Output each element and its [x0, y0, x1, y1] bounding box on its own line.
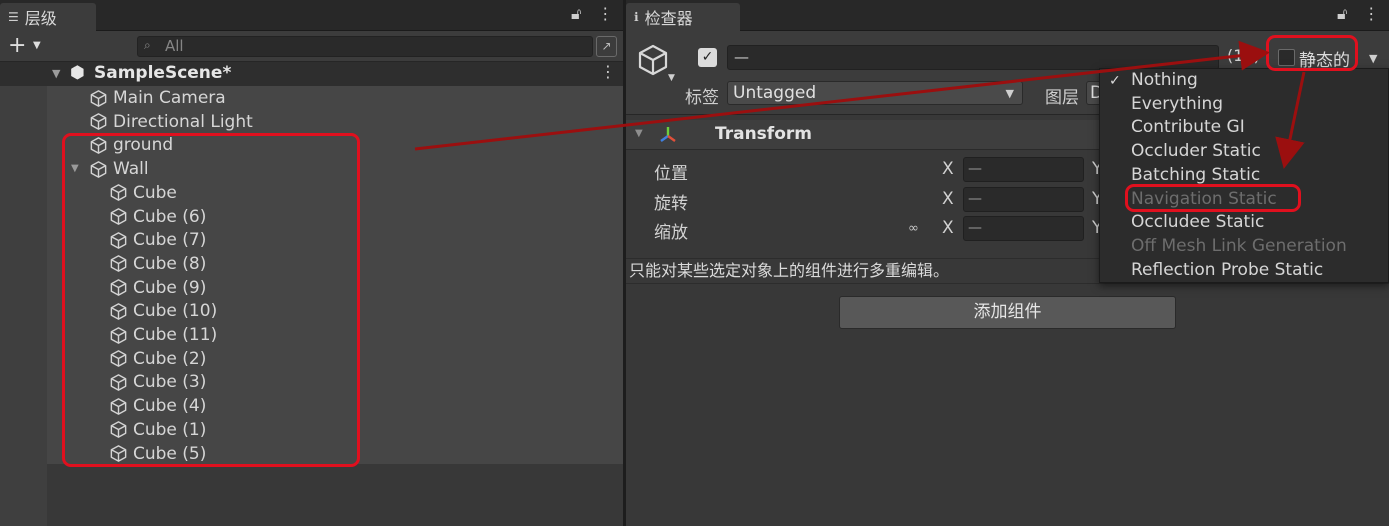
- hierarchy-item-label: Directional Light: [113, 111, 253, 132]
- hierarchy-item-label: Main Camera: [113, 88, 226, 108]
- cube-icon: [90, 113, 107, 130]
- chevron-down-icon[interactable]: ▼: [668, 73, 675, 83]
- object-name-field[interactable]: —: [727, 45, 1219, 70]
- hierarchy-search-input[interactable]: ⌕ All: [137, 36, 593, 57]
- property-label: 旋转: [654, 194, 688, 214]
- tab-inspector[interactable]: ℹ︎ 检查器: [626, 3, 740, 31]
- hierarchy-toolbar: + ▼ ⌕ All ↗: [0, 31, 623, 62]
- hierarchy-gutter: [0, 86, 47, 526]
- static-dropdown-chevron-icon[interactable]: ▼: [1369, 52, 1377, 65]
- scene-search-icon[interactable]: ↗: [596, 36, 617, 57]
- scene-header[interactable]: ▼ ⬢ SampleScene* ⋮: [0, 62, 623, 86]
- fold-triangle-icon[interactable]: ▼: [52, 67, 60, 80]
- static-flags-dropdown: Nothing ✓ Everything Contribute GI Occluder …: [1099, 68, 1389, 283]
- x-value-field[interactable]: —: [963, 216, 1084, 241]
- dropdown-item[interactable]: Nothing: [1131, 70, 1198, 90]
- info-icon: ℹ︎: [634, 10, 639, 24]
- dropdown-item[interactable]: Batching Static: [1131, 165, 1260, 185]
- tag-label: 标签: [685, 88, 719, 108]
- constrain-proportions-link-icon[interactable]: ∞: [908, 221, 919, 236]
- annotation-box-selected-objects: [62, 133, 360, 467]
- lock-icon[interactable]: 🔓︎: [1337, 4, 1347, 24]
- annotation-box-navigation-static: [1125, 184, 1301, 212]
- kebab-menu-icon[interactable]: ⋮: [1363, 4, 1379, 24]
- property-label: 位置: [654, 164, 688, 184]
- hierarchy-tab-actions: 🔓︎ ⋮: [571, 4, 613, 24]
- x-value-field[interactable]: —: [963, 157, 1084, 182]
- dropdown-item[interactable]: Occludee Static: [1131, 212, 1264, 232]
- dropdown-item[interactable]: Everything: [1131, 94, 1223, 114]
- tab-hierarchy-label: 层级: [24, 9, 57, 28]
- add-component-button[interactable]: 添加组件: [839, 296, 1176, 329]
- component-title: Transform: [715, 124, 812, 144]
- transform-axis-icon: [660, 127, 676, 142]
- kebab-menu-icon[interactable]: ⋮: [597, 4, 613, 24]
- fold-triangle-icon[interactable]: ▼: [635, 128, 643, 139]
- tab-hierarchy[interactable]: ☰ 层级: [0, 3, 96, 31]
- selection-count: (14): [1227, 46, 1260, 65]
- add-object-button[interactable]: +: [8, 33, 26, 58]
- active-checkbox[interactable]: ✓: [698, 48, 717, 67]
- dropdown-item[interactable]: Reflection Probe Static: [1131, 260, 1323, 280]
- chevron-down-icon[interactable]: ▼: [33, 40, 41, 51]
- checkmark-icon: ✓: [1109, 73, 1121, 89]
- hierarchy-tab-bar: ☰ 层级 🔓︎ ⋮: [0, 0, 623, 31]
- scene-name: SampleScene*: [94, 63, 232, 83]
- search-icon: ⌕: [144, 38, 151, 52]
- hierarchy-item[interactable]: Directional Light: [89, 110, 253, 134]
- dropdown-item[interactable]: Occluder Static: [1131, 141, 1261, 161]
- x-axis-label: X: [942, 218, 954, 238]
- property-label: 缩放: [654, 223, 688, 243]
- list-icon: ☰: [8, 10, 19, 24]
- x-axis-label: X: [942, 159, 954, 179]
- cube-icon: [90, 89, 107, 107]
- x-axis-label: X: [942, 189, 954, 209]
- inspector-tab-actions: 🔓︎ ⋮: [1337, 4, 1379, 24]
- layer-label: 图层: [1045, 88, 1079, 108]
- inspector-tab-bar: ℹ︎ 检查器 🔓︎ ⋮: [626, 0, 1389, 31]
- dropdown-item[interactable]: Contribute GI: [1131, 117, 1245, 137]
- x-value-field[interactable]: —: [963, 187, 1084, 212]
- unity-scene-icon: ⬢: [70, 63, 85, 83]
- hierarchy-item[interactable]: Main Camera: [89, 86, 226, 110]
- tab-inspector-label: 检查器: [644, 9, 693, 28]
- chevron-down-icon: ▼: [1005, 87, 1014, 100]
- gameobject-cube-icon: [638, 44, 668, 76]
- lock-icon[interactable]: 🔓︎: [571, 4, 581, 24]
- kebab-menu-icon[interactable]: ⋮: [600, 62, 616, 81]
- tag-value: Untagged: [733, 83, 817, 103]
- search-placeholder: All: [165, 37, 184, 55]
- dropdown-item[interactable]: Off Mesh Link Generation: [1131, 236, 1347, 256]
- annotation-box-static-toggle: [1266, 35, 1358, 71]
- tag-dropdown[interactable]: Untagged ▼: [727, 81, 1023, 105]
